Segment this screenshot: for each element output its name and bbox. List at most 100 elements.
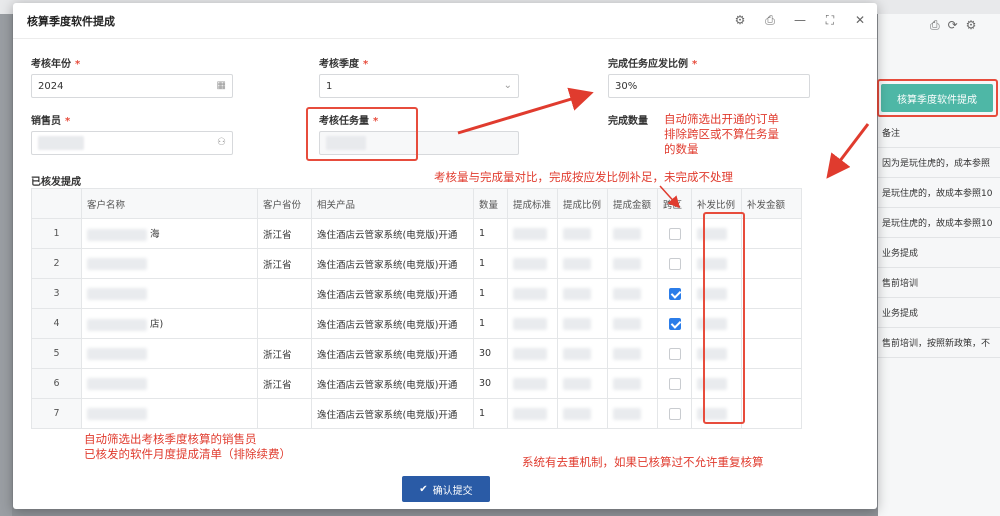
cross-region-checkbox[interactable]: [668, 287, 681, 300]
column-header: 客户名称: [81, 188, 258, 219]
table-body: 1 海浙江省 逸住酒店云管家系统(电竞版)开通 1 2 浙江省 逸住酒店云管家系统(电竞…: [31, 218, 802, 429]
amount-cell: [607, 338, 658, 369]
blurred-value: [513, 257, 547, 270]
amount-cell: [607, 398, 658, 429]
supplement-amount-cell: [741, 248, 802, 279]
people-icon[interactable]: ⚇: [217, 137, 226, 148]
blurred-value: [513, 317, 547, 330]
print-icon[interactable]: ⎙: [763, 13, 777, 27]
row-index: 7: [31, 398, 82, 429]
cross-region-cell: [657, 248, 692, 279]
column-header: 提成比例: [557, 188, 608, 219]
minimize-icon[interactable]: —: [793, 13, 807, 27]
blurred-value: [613, 377, 641, 390]
cross-region-checkbox[interactable]: [668, 317, 681, 330]
annotation-auto-filter: 自动筛选出开通的订单 排除跨区或不算任务量 的数量: [664, 112, 779, 156]
blurred-value: [613, 347, 641, 360]
blurred-value: [613, 227, 641, 240]
province-cell: 浙江省: [257, 338, 312, 369]
customer-cell: [81, 278, 258, 309]
qty-cell: 1: [473, 278, 508, 309]
annotation-compare: 考核量与完成量对比，完成按应发比例补足，未完成不处理: [434, 170, 733, 184]
blurred-value: [563, 317, 591, 330]
cross-region-cell: [657, 278, 692, 309]
calendar-icon[interactable]: ▦: [217, 80, 226, 91]
completed-label: 完成数量: [608, 116, 648, 127]
product-cell: 逸住酒店云管家系统(电竞版)开通: [311, 308, 474, 339]
cross-region-checkbox[interactable]: [668, 347, 681, 360]
standard-cell: [507, 368, 558, 399]
blurred-value: [613, 257, 641, 270]
amount-cell: [607, 218, 658, 249]
chevron-down-icon: ⌄: [503, 80, 512, 91]
qty-cell: 1: [473, 308, 508, 339]
list-item: 是玩住虎的，故成本参照10: [878, 208, 1000, 238]
blurred-value: [87, 318, 147, 331]
ratio-cell: [557, 368, 608, 399]
cross-region-checkbox[interactable]: [668, 377, 681, 390]
salesperson-label: 销售员 *: [31, 116, 71, 127]
product-cell: 逸住酒店云管家系统(电竞版)开通: [311, 398, 474, 429]
product-cell: 逸住酒店云管家系统(电竞版)开通: [311, 248, 474, 279]
cross-region-checkbox[interactable]: [668, 227, 681, 240]
customer-cell: 店): [81, 308, 258, 339]
blurred-value: [87, 347, 147, 360]
gear-icon[interactable]: ⚙: [966, 18, 977, 33]
table-row: 7 逸住酒店云管家系统(电竞版)开通 1: [31, 398, 802, 429]
column-header: 客户省份: [257, 188, 312, 219]
blurred-value: [613, 287, 641, 300]
annotation-dedup: 系统有去重机制，如果已核算过不允许重复核算: [522, 455, 764, 469]
qty-cell: 30: [473, 338, 508, 369]
ratio-label: 完成任务应发比例 *: [608, 59, 698, 70]
list-item: 业务提成: [878, 298, 1000, 328]
product-cell: 逸住酒店云管家系统(电竞版)开通: [311, 218, 474, 249]
qty-cell: 1: [473, 218, 508, 249]
qty-cell: 1: [473, 398, 508, 429]
standard-cell: [507, 248, 558, 279]
standard-cell: [507, 308, 558, 339]
close-icon[interactable]: ✕: [853, 13, 867, 27]
quarter-select[interactable]: 1 ⌄: [319, 74, 519, 98]
row-index: 3: [31, 278, 82, 309]
salesperson-input[interactable]: ⚇: [31, 131, 233, 155]
highlight-frame-button: [877, 79, 998, 117]
column-header: 提成标准: [507, 188, 558, 219]
row-index: 6: [31, 368, 82, 399]
table-row: 4 店) 逸住酒店云管家系统(电竞版)开通 1: [31, 308, 802, 339]
highlight-frame-target: [306, 107, 418, 161]
list-item: 业务提成: [878, 238, 1000, 268]
province-cell: [257, 308, 312, 339]
cross-region-checkbox[interactable]: [668, 407, 681, 420]
blurred-value: [563, 377, 591, 390]
customer-cell: [81, 368, 258, 399]
supplement-amount-cell: [741, 308, 802, 339]
list-item: 售前培训，按照新政策，不: [878, 328, 1000, 358]
amount-cell: [607, 278, 658, 309]
ratio-input[interactable]: 30%: [608, 74, 810, 98]
supplement-amount-cell: [741, 398, 802, 429]
print-icon[interactable]: ⎙: [930, 18, 940, 33]
maximize-icon[interactable]: ⛶: [823, 13, 837, 27]
blurred-value: [563, 257, 591, 270]
blurred-value: [87, 407, 147, 420]
cross-region-checkbox[interactable]: [668, 257, 681, 270]
gear-icon[interactable]: ⚙: [733, 13, 747, 27]
list-item: 是玩住虎的，故成本参照10: [878, 178, 1000, 208]
table-row: 1 海浙江省 逸住酒店云管家系统(电竞版)开通 1: [31, 218, 802, 249]
column-header: [31, 188, 82, 219]
year-input[interactable]: 2024 ▦: [31, 74, 233, 98]
province-cell: [257, 278, 312, 309]
column-header: 跨区: [657, 188, 692, 219]
province-cell: 浙江省: [257, 218, 312, 249]
customer-cell: [81, 338, 258, 369]
customer-cell: 海: [81, 218, 258, 249]
refresh-icon[interactable]: ⟳: [948, 18, 958, 33]
product-cell: 逸住酒店云管家系统(电竞版)开通: [311, 368, 474, 399]
blurred-value: [513, 347, 547, 360]
background-left-strip: [0, 14, 12, 516]
qty-cell: 30: [473, 368, 508, 399]
ratio-cell: [557, 278, 608, 309]
confirm-submit-button[interactable]: ✔ 确认提交: [402, 476, 490, 502]
customer-cell: [81, 248, 258, 279]
cross-region-cell: [657, 308, 692, 339]
